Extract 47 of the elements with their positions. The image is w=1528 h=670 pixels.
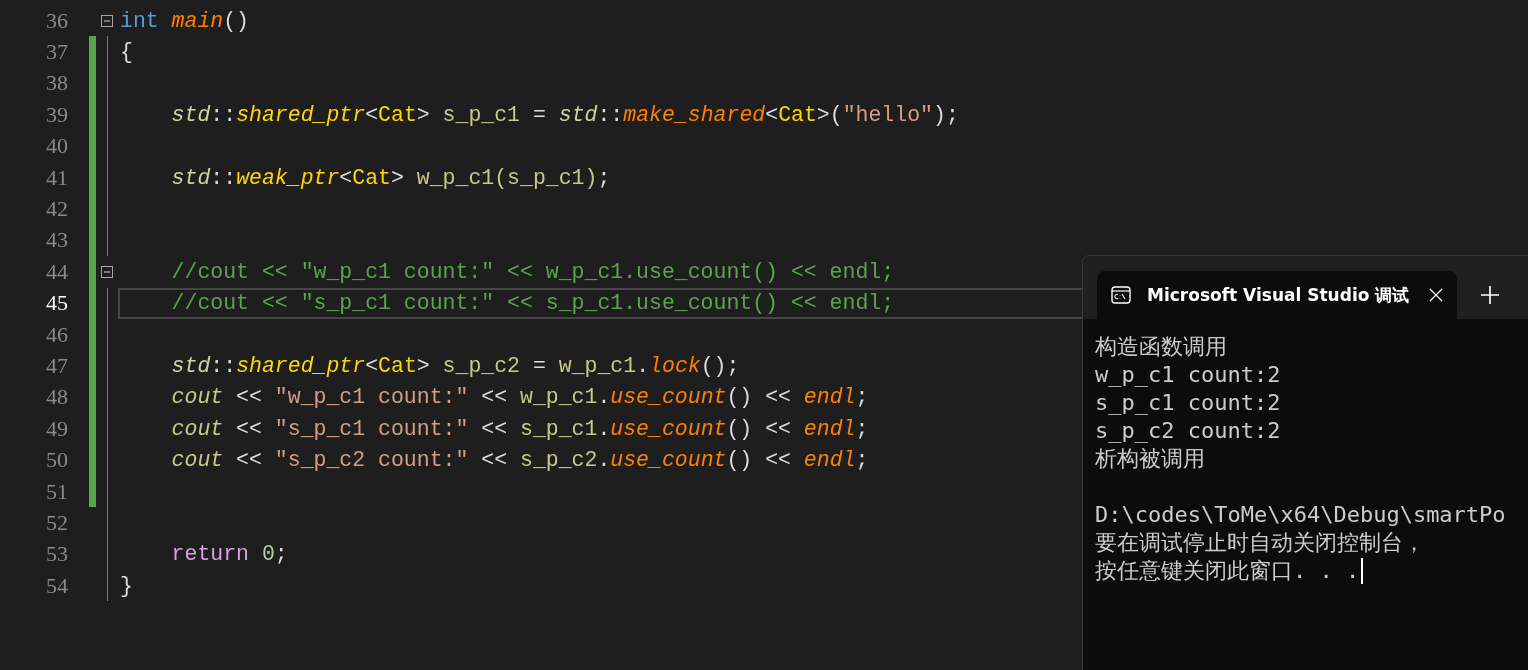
collapse-icon[interactable] bbox=[101, 265, 113, 278]
code-line: std::shared_ptr<Cat> s_p_c1 = std::make_shared<Cat>("hello"); bbox=[170, 102, 959, 127]
line-number: 49 bbox=[45, 415, 68, 442]
line-number: 47 bbox=[45, 353, 68, 379]
close-icon[interactable] bbox=[1429, 288, 1443, 302]
console-output-line: D:\codes\ToMe\x64\Debug\smartPo bbox=[1095, 501, 1506, 529]
line-number: 41 bbox=[45, 164, 68, 191]
code-line: cout << "w_p_c1 count:" << w_p_c1.use_count() << endl; bbox=[170, 385, 869, 410]
line-number: 48 bbox=[45, 384, 68, 411]
line-number: 39 bbox=[45, 101, 68, 128]
line-number: 53 bbox=[45, 541, 68, 568]
line-number: 44 bbox=[45, 258, 68, 285]
code-line: //cout << "s_p_c1 count:" << s_p_c1.use_count() << endl; bbox=[170, 291, 895, 316]
code-line: std::shared_ptr<Cat> s_p_c2 = w_p_c1.lock(); bbox=[170, 354, 740, 378]
code-line: std::weak_ptr<Cat> w_p_c1(s_p_c1); bbox=[170, 165, 611, 190]
code-line: int main() bbox=[120, 8, 250, 33]
line-number: 40 bbox=[45, 133, 68, 160]
line-number: 54 bbox=[45, 572, 68, 599]
console-output-line: w_p_c1 count:2 bbox=[1095, 361, 1281, 389]
line-number: 42 bbox=[45, 196, 68, 223]
line-number: 46 bbox=[45, 321, 68, 348]
line-number: 50 bbox=[45, 447, 68, 474]
console-output-line: 要在调试停止时自动关闭控制台， bbox=[1095, 529, 1425, 557]
code-line: { bbox=[120, 40, 133, 65]
console-output-line: s_p_c2 count:2 bbox=[1095, 417, 1281, 445]
code-line: cout << "s_p_c2 count:" << s_p_c2.use_count() << endl; bbox=[170, 448, 869, 473]
new-tab-icon[interactable] bbox=[1481, 286, 1499, 304]
code-line: cout << "s_p_c1 count:" << s_p_c1.use_count() << endl; bbox=[170, 416, 869, 441]
line-number: 37 bbox=[45, 39, 68, 66]
line-number: 43 bbox=[45, 227, 68, 254]
console-output-line: 按任意键关闭此窗口. . . bbox=[1095, 557, 1360, 585]
line-number: 51 bbox=[45, 478, 68, 505]
text-cursor bbox=[1361, 558, 1363, 584]
console-output-line: 析构被调用 bbox=[1095, 445, 1205, 473]
code-line: } bbox=[120, 573, 133, 598]
console-output-line: s_p_c1 count:2 bbox=[1095, 389, 1281, 417]
console-output-line: 构造函数调用 bbox=[1095, 333, 1227, 361]
line-number: 45 bbox=[45, 290, 68, 317]
code-line: //cout << "w_p_c1 count:" << w_p_c1.use_count() << endl; bbox=[170, 259, 895, 284]
line-number: 36 bbox=[45, 7, 68, 34]
collapse-icon[interactable] bbox=[101, 14, 113, 27]
console-tab[interactable]: Microsoft Visual Studio 调试 bbox=[1097, 271, 1457, 319]
line-number: 52 bbox=[45, 509, 68, 536]
code-line: return 0; bbox=[170, 542, 288, 567]
terminal-icon bbox=[1111, 286, 1131, 304]
line-number: 38 bbox=[45, 70, 68, 97]
tab-title: Microsoft Visual Studio 调试 bbox=[1147, 283, 1411, 307]
